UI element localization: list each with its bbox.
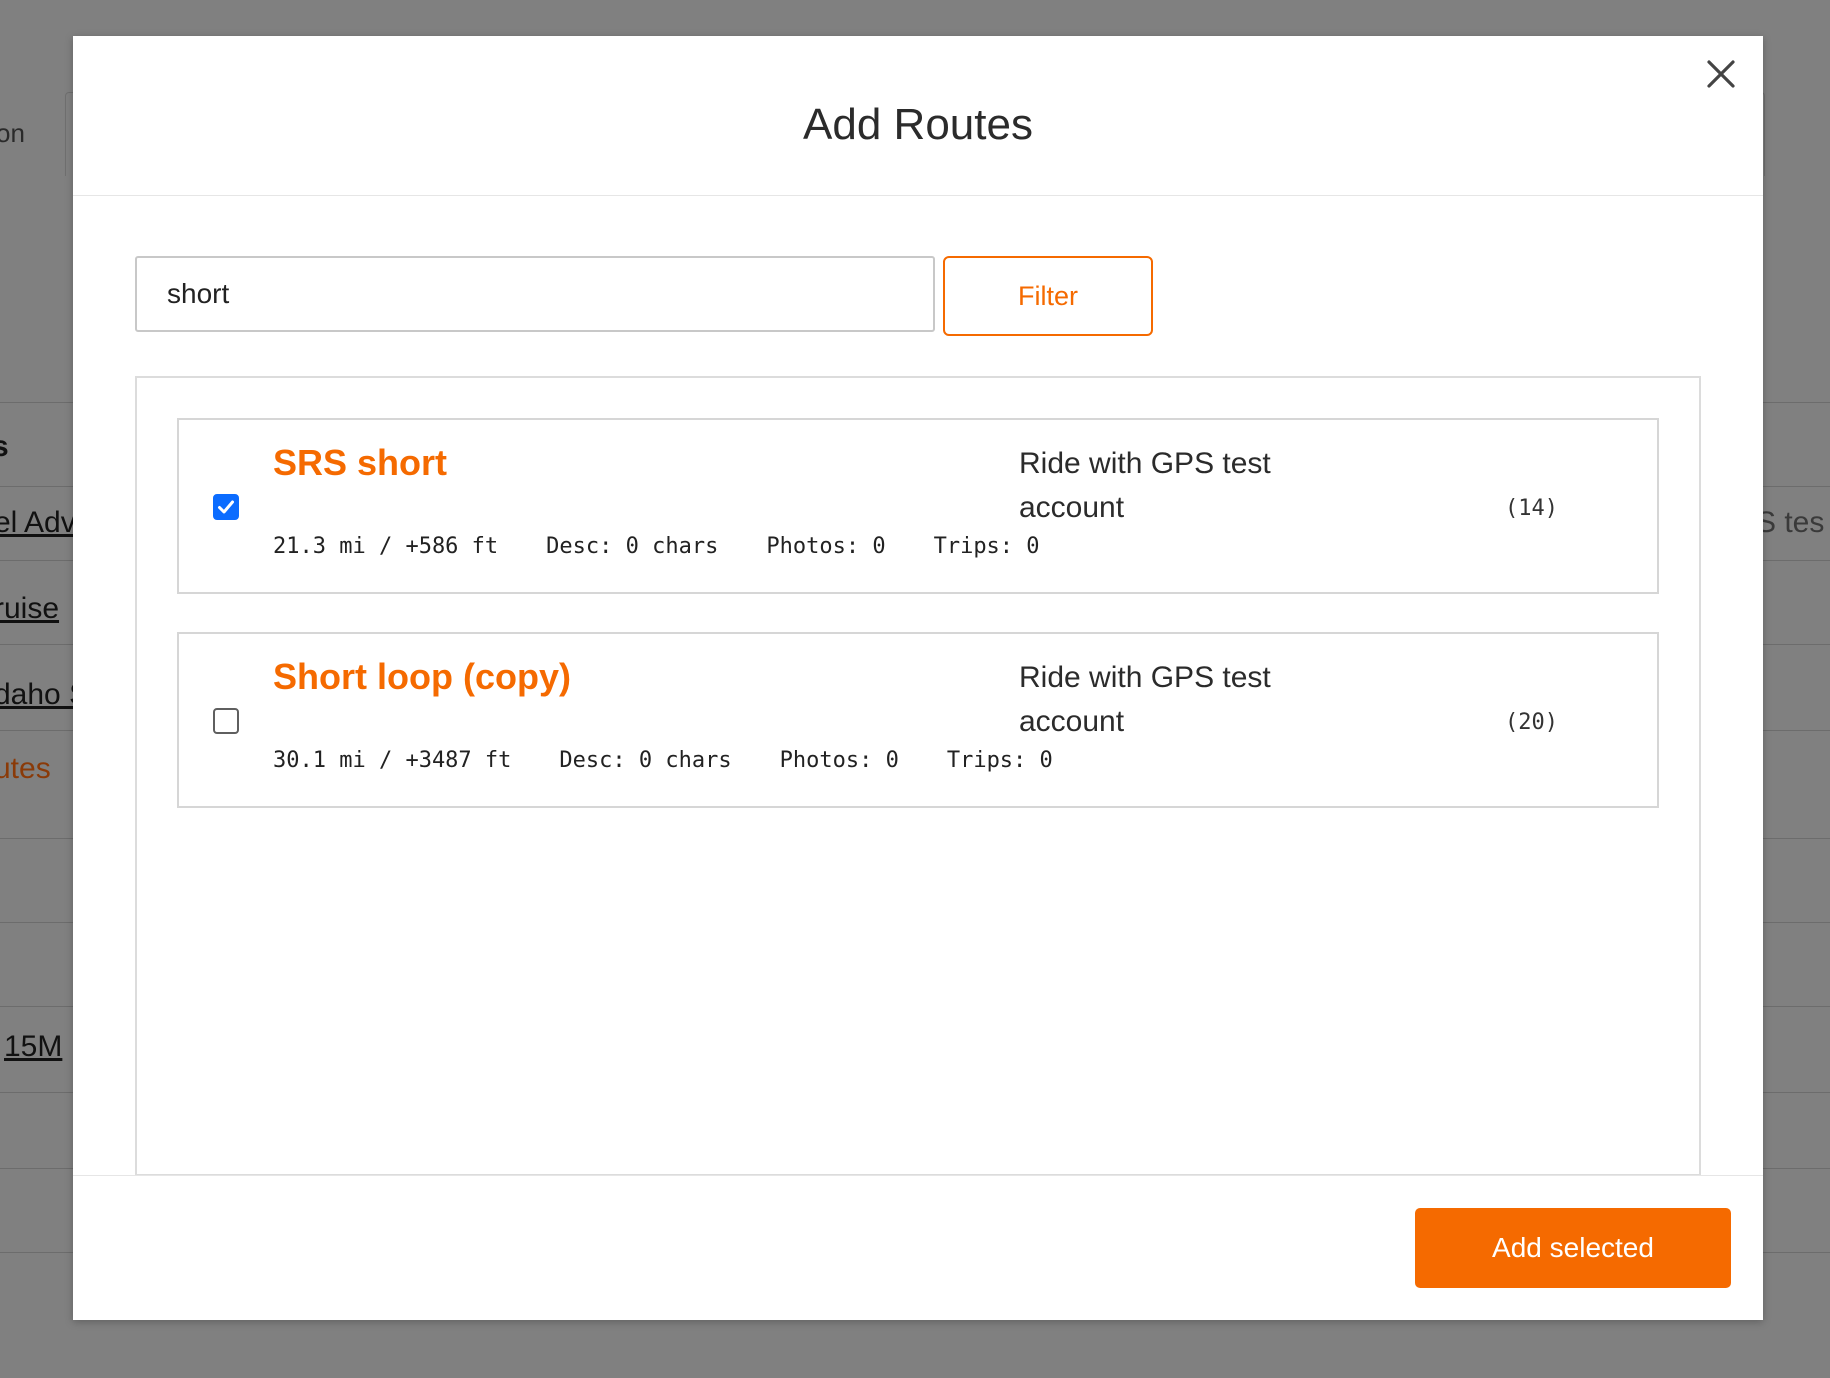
background-row-text: S tes [1756, 506, 1825, 539]
route-distance: 21.3 mi / +586 ft [273, 534, 499, 559]
route-desc: Desc: 0 chars [559, 748, 732, 773]
route-owner: Ride with GPS test account [1019, 661, 1271, 738]
add-selected-button[interactable]: Add selected [1415, 1208, 1731, 1288]
close-button[interactable] [1701, 54, 1741, 94]
route-name-link[interactable]: Short loop (copy) [273, 656, 571, 698]
route-count: (20) [1505, 710, 1558, 735]
background-row-link: el Adv [0, 506, 76, 539]
route-checkbox[interactable] [213, 708, 239, 734]
add-routes-modal: Add Routes Filter SRS short 21.3 mi / +5… [73, 36, 1763, 1320]
modal-header: Add Routes [73, 36, 1763, 196]
checkmark-icon [218, 500, 234, 514]
route-stats: 21.3 mi / +586 ft Desc: 0 chars Photos: 0 T… [273, 534, 1088, 559]
background-row-link: 15M [4, 1030, 63, 1063]
route-card[interactable]: Short loop (copy) 30.1 mi / +3487 ft Desc… [177, 632, 1659, 808]
route-distance: 30.1 mi / +3487 ft [273, 748, 512, 773]
modal-title: Add Routes [803, 100, 1033, 149]
background-header-text: s [0, 430, 9, 463]
route-card[interactable]: SRS short 21.3 mi / +586 ft Desc: 0 chars… [177, 418, 1659, 594]
route-owner: Ride with GPS test account [1019, 447, 1271, 524]
route-desc: Desc: 0 chars [546, 534, 719, 559]
route-name-link[interactable]: SRS short [273, 442, 447, 484]
route-trips: Trips: 0 [946, 748, 1053, 773]
route-checkbox[interactable] [213, 494, 239, 520]
close-icon [1707, 60, 1735, 88]
background-row-link: ruise [0, 592, 60, 625]
route-trips: Trips: 0 [933, 534, 1040, 559]
route-photos: Photos: 0 [779, 748, 899, 773]
search-input[interactable] [135, 256, 935, 332]
filter-button[interactable]: Filter [943, 256, 1153, 336]
route-photos: Photos: 0 [766, 534, 886, 559]
route-stats: 30.1 mi / +3487 ft Desc: 0 chars Photos: 0… [273, 748, 1101, 773]
background-tab-label: on [0, 118, 25, 148]
route-results-list[interactable]: SRS short 21.3 mi / +586 ft Desc: 0 chars… [135, 376, 1701, 1176]
modal-footer: Add selected [73, 1175, 1763, 1320]
background-row-link: utes [0, 752, 51, 785]
route-count: (14) [1505, 496, 1558, 521]
